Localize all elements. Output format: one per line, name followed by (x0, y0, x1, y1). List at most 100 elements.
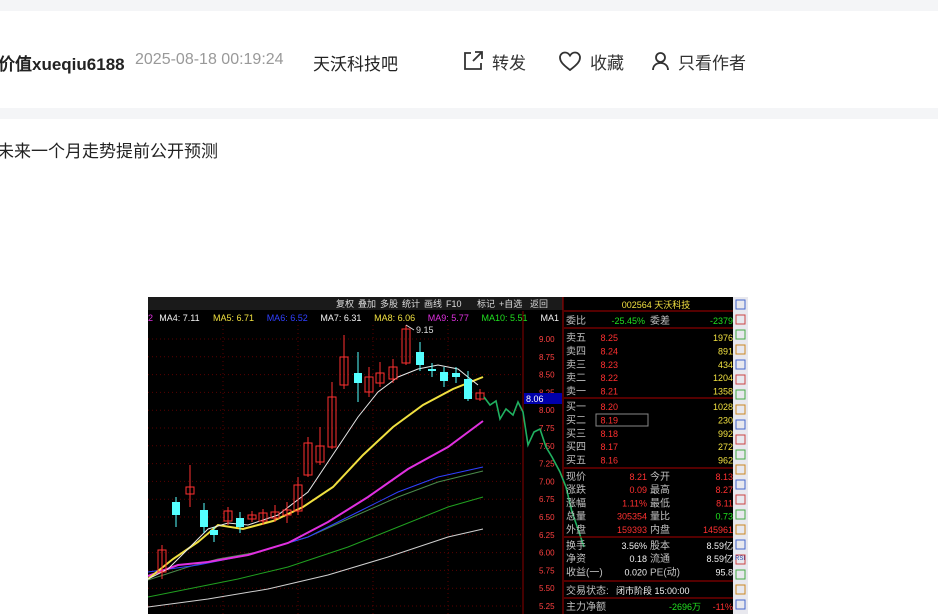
ma-legend-item: MA4: 7.11 (159, 313, 199, 323)
chart-toolbar-item: 标记 (477, 298, 495, 309)
ask-label: 卖一 (566, 386, 586, 398)
ask-vol: 1976 (713, 333, 733, 343)
price-axis-tick: 8.50 (539, 371, 555, 380)
price-axis-tick: 7.00 (539, 477, 555, 486)
candle-body (440, 372, 448, 381)
ask-vol: 891 (718, 346, 733, 356)
stock-title: 002564 天沃科技 (622, 299, 691, 310)
bid-label: 买三 (566, 428, 586, 440)
candle-body (464, 379, 472, 399)
candle-body (354, 373, 362, 383)
bid-vol: 272 (718, 442, 733, 452)
candle-body (172, 502, 180, 515)
post-text: 未来一个月走势提前公开预测 (0, 142, 218, 161)
ask-price: 8.21 (600, 387, 618, 397)
candle-body (452, 373, 460, 377)
quote-label: 总量 (566, 510, 586, 523)
fund-value: 3.56% (621, 541, 647, 551)
bid-price: 8.17 (600, 442, 618, 452)
price-axis-tick: 6.25 (539, 531, 555, 540)
bid-vol: 1028 (713, 402, 733, 412)
chart-toolbar-item: +自选 (499, 298, 522, 309)
share-button[interactable]: 转发 (462, 49, 526, 73)
fund-value: 0.18 (629, 554, 647, 564)
main-flow-label: 主力净额 (566, 600, 606, 613)
quote-label: 最低 (650, 496, 670, 509)
ask-label: 卖三 (566, 359, 586, 371)
bid-vol: 962 (718, 456, 733, 466)
trade-state-value: 闭市阶段 15:00:00 (616, 585, 690, 596)
fund-label: 净资 (566, 552, 586, 565)
main-flow-pct: -11% (713, 602, 733, 612)
candle-body (236, 518, 244, 527)
share-icon (464, 51, 483, 70)
quote-label: 现价 (566, 471, 586, 483)
quote-label: 最高 (650, 483, 670, 496)
bid-price: 8.16 (600, 456, 618, 466)
fund-value: 8.59亿 (706, 553, 733, 564)
ask-vol: 1358 (713, 387, 733, 397)
bid-vol: 230 (718, 415, 733, 425)
candle-body (200, 510, 208, 527)
price-axis-tick: 9.00 (539, 335, 555, 344)
quote-value: 8.11 (716, 498, 733, 508)
price-axis-tick: 6.50 (539, 513, 555, 522)
quote-value: 8.13 (715, 472, 733, 482)
ma-legend-item: MA8: 6.06 (374, 313, 415, 323)
candle-body (428, 369, 436, 371)
ask-price: 8.22 (600, 373, 618, 383)
weidiff-label: 委差 (650, 314, 670, 327)
ask-label: 卖四 (566, 345, 586, 357)
trade-state-label: 交易状态: (566, 584, 609, 597)
ma-line (148, 496, 484, 598)
quote-label: 涨跌 (566, 483, 586, 496)
high-marker-label: 9.15 (416, 325, 434, 335)
favorite-button[interactable]: 收藏 (558, 49, 624, 73)
price-axis-tick: 5.75 (539, 566, 555, 575)
author-name[interactable]: 价值xueqiu6188 (0, 50, 125, 75)
ask-label: 卖五 (566, 332, 586, 344)
quote-label: 涨幅 (566, 496, 586, 509)
ma4-line (148, 364, 479, 580)
price-axis-tick: 5.25 (539, 602, 555, 611)
weibi-value: -25.45% (611, 316, 645, 326)
ask-price: 8.25 (600, 333, 618, 343)
ma-legend-item: MA1 (541, 313, 560, 323)
user-icon (652, 52, 669, 71)
price-axis-tick: 7.25 (539, 460, 555, 469)
stock-chart-svg: 复权 叠加 多股 统计 画线 F10 标记 +自选 返回 2 MA4: 7.11 MA5: 6.71 M… (148, 297, 748, 614)
stock-chart-image[interactable]: 复权 叠加 多股 统计 画线 F10 标记 +自选 返回 2 MA4: 7.11 MA5: 6.71 M… (148, 297, 748, 614)
fund-label: 收益(一) (566, 565, 603, 578)
candle-body (416, 352, 424, 365)
candle-body (210, 530, 218, 535)
author-only-button[interactable]: 只看作者 (651, 49, 746, 73)
ask-label: 卖二 (566, 372, 586, 384)
ma-legend-item: MA9: 5.77 (428, 313, 469, 323)
chart-toolbar-item: 复权 (336, 298, 354, 309)
chart-toolbar-item: 叠加 (358, 299, 376, 309)
price-axis-tick: 8.75 (539, 353, 555, 362)
main-flow-value: -2696万 (669, 602, 701, 612)
price-axis-tick: 8.00 (539, 406, 555, 415)
quote-value: 1.11% (622, 498, 647, 508)
chart-toolbar-item: 返回 (530, 298, 548, 309)
fund-label: PE(动) (650, 566, 680, 578)
ask-vol: 434 (718, 360, 733, 370)
bid-label: 买一 (566, 401, 586, 413)
fund-label: 换手 (566, 539, 586, 552)
ask-vol: 1204 (713, 373, 733, 383)
board-link[interactable]: 天沃科技吧 (313, 50, 398, 75)
bid-label: 买二 (566, 414, 586, 426)
ma-legend-item: MA6: 6.52 (267, 313, 308, 323)
quote-label: 量比 (650, 511, 670, 523)
quote-value: 8.21 (629, 472, 647, 482)
quote-value: 145961 (703, 525, 733, 535)
price-axis-tick: 6.00 (539, 549, 555, 558)
quote-value: 8.27 (715, 485, 733, 495)
fund-label: 流通 (650, 552, 670, 565)
fund-value: 0.020 (624, 567, 647, 577)
weibi-label: 委比 (566, 314, 586, 327)
quote-value: 159393 (617, 525, 647, 535)
top-strip (0, 0, 938, 11)
fund-value: 95.8 (715, 567, 733, 577)
